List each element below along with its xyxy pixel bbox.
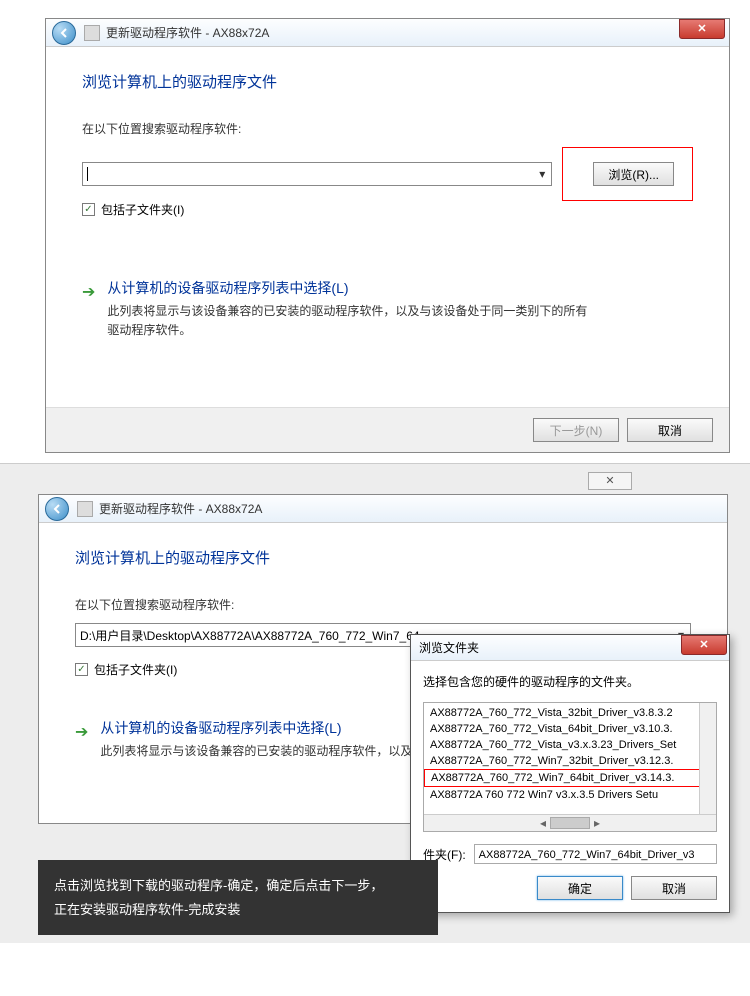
driver-update-window-1: 更新驱动程序软件 - AX88x72A ✕ 浏览计算机上的驱动程序文件 在以下位… xyxy=(45,18,730,453)
text-cursor xyxy=(87,167,88,181)
path-value: D:\用户目录\Desktop\AX88772A\AX88772A_760_77… xyxy=(80,627,420,644)
cancel-button[interactable]: 取消 xyxy=(627,418,713,442)
path-combobox[interactable] xyxy=(82,162,552,186)
scroll-thumb[interactable] xyxy=(550,817,590,829)
window-icon xyxy=(84,25,100,41)
option-title: 从计算机的设备驱动程序列表中选择(L) xyxy=(107,278,587,298)
include-subfolders-label: 包括子文件夹(I) xyxy=(94,661,177,678)
vertical-scrollbar[interactable] xyxy=(699,703,716,814)
window-title: 更新驱动程序软件 - AX88x72A xyxy=(99,500,262,517)
selected-folder-row: 件夹(F): AX88772A_760_772_Win7_64bit_Drive… xyxy=(423,844,717,864)
option-description: 此列表将显示与该设备兼容的已安装的驱动程序软件，以及与该设备处于同一类别下的所有… xyxy=(107,302,587,340)
overlay-line-2: 正在安装驱动程序软件-完成安装 xyxy=(54,898,422,921)
include-subfolders-row: ✓ 包括子文件夹(I) xyxy=(82,201,693,218)
horizontal-scrollbar[interactable] xyxy=(424,814,716,831)
folder-item[interactable]: AX88772A_760_772_Vista_v3.x.3.23_Drivers… xyxy=(424,737,716,753)
folder-tree[interactable]: AX88772A_760_772_Vista_32bit_Driver_v3.8… xyxy=(423,702,717,832)
dialog-titlebar: 浏览文件夹 ✕ xyxy=(411,635,729,661)
window-icon xyxy=(77,501,93,517)
include-subfolders-checkbox[interactable]: ✓ xyxy=(75,663,88,676)
titlebar: 更新驱动程序软件 - AX88x72A xyxy=(39,495,727,523)
folder-item[interactable]: AX88772A_760_772_Vista_32bit_Driver_v3.8… xyxy=(424,705,716,721)
dialog-body: 选择包含您的硬件的驱动程序的文件夹。 AX88772A_760_772_Vist… xyxy=(411,661,729,912)
back-button[interactable] xyxy=(45,497,69,521)
browse-folder-dialog: 浏览文件夹 ✕ 选择包含您的硬件的驱动程序的文件夹。 AX88772A_760_… xyxy=(410,634,730,913)
dialog-buttons: 确定 取消 xyxy=(423,876,717,900)
window-title: 更新驱动程序软件 - AX88x72A xyxy=(106,24,269,41)
include-subfolders-label: 包括子文件夹(I) xyxy=(101,201,184,218)
next-button: 下一步(N) xyxy=(533,418,619,442)
window-footer: 下一步(N) 取消 xyxy=(46,407,729,452)
overlay-line-1: 点击浏览找到下载的驱动程序-确定，确定后点击下一步， xyxy=(54,874,422,897)
page-heading: 浏览计算机上的驱动程序文件 xyxy=(75,547,691,568)
browse-button[interactable]: 浏览(R)... xyxy=(593,162,674,186)
option-title: 从计算机的设备驱动程序列表中选择(L) xyxy=(100,718,424,738)
dialog-close-button[interactable]: ✕ xyxy=(681,635,727,655)
search-label: 在以下位置搜索驱动程序软件: xyxy=(75,596,691,613)
dialog-title: 浏览文件夹 xyxy=(419,639,479,656)
instruction-overlay: 点击浏览找到下载的驱动程序-确定，确定后点击下一步， 正在安装驱动程序软件-完成… xyxy=(38,860,438,935)
small-close-icon[interactable]: ✕ xyxy=(588,472,632,490)
dialog-instruction: 选择包含您的硬件的驱动程序的文件夹。 xyxy=(423,673,717,690)
folder-item[interactable]: AX88772A_760_772_Win7_32bit_Driver_v3.12… xyxy=(424,753,716,769)
back-button[interactable] xyxy=(52,21,76,45)
arrow-right-icon: ➔ xyxy=(75,722,88,742)
arrow-right-icon: ➔ xyxy=(82,282,95,302)
close-button[interactable]: ✕ xyxy=(679,19,725,39)
browse-highlight-box: 浏览(R)... xyxy=(562,147,693,201)
search-label: 在以下位置搜索驱动程序软件: xyxy=(82,120,693,137)
lower-region: ✕ 更新驱动程序软件 - AX88x72A 浏览计算机上的驱动程序文件 在以下位… xyxy=(0,463,750,943)
pick-from-list-option[interactable]: ➔ 从计算机的设备驱动程序列表中选择(L) 此列表将显示与该设备兼容的已安装的驱… xyxy=(82,278,693,340)
titlebar: 更新驱动程序软件 - AX88x72A ✕ xyxy=(46,19,729,47)
window-content: 浏览计算机上的驱动程序文件 在以下位置搜索驱动程序软件: 浏览(R)... ✓ … xyxy=(46,47,729,407)
folder-item[interactable]: AX88772A_760_772_Win7_64bit_Driver_v3.14… xyxy=(424,769,716,787)
include-subfolders-checkbox[interactable]: ✓ xyxy=(82,203,95,216)
folder-path-field[interactable]: AX88772A_760_772_Win7_64bit_Driver_v3 xyxy=(474,844,717,864)
ok-button[interactable]: 确定 xyxy=(537,876,623,900)
option-description: 此列表将显示与该设备兼容的已安装的驱动程序软件，以及与 xyxy=(100,742,424,761)
folder-item[interactable]: AX88772A 760 772 Win7 v3.x.3.5 Drivers S… xyxy=(424,787,716,803)
page-heading: 浏览计算机上的驱动程序文件 xyxy=(82,71,693,92)
folder-item[interactable]: AX88772A_760_772_Vista_64bit_Driver_v3.1… xyxy=(424,721,716,737)
cancel-button[interactable]: 取消 xyxy=(631,876,717,900)
